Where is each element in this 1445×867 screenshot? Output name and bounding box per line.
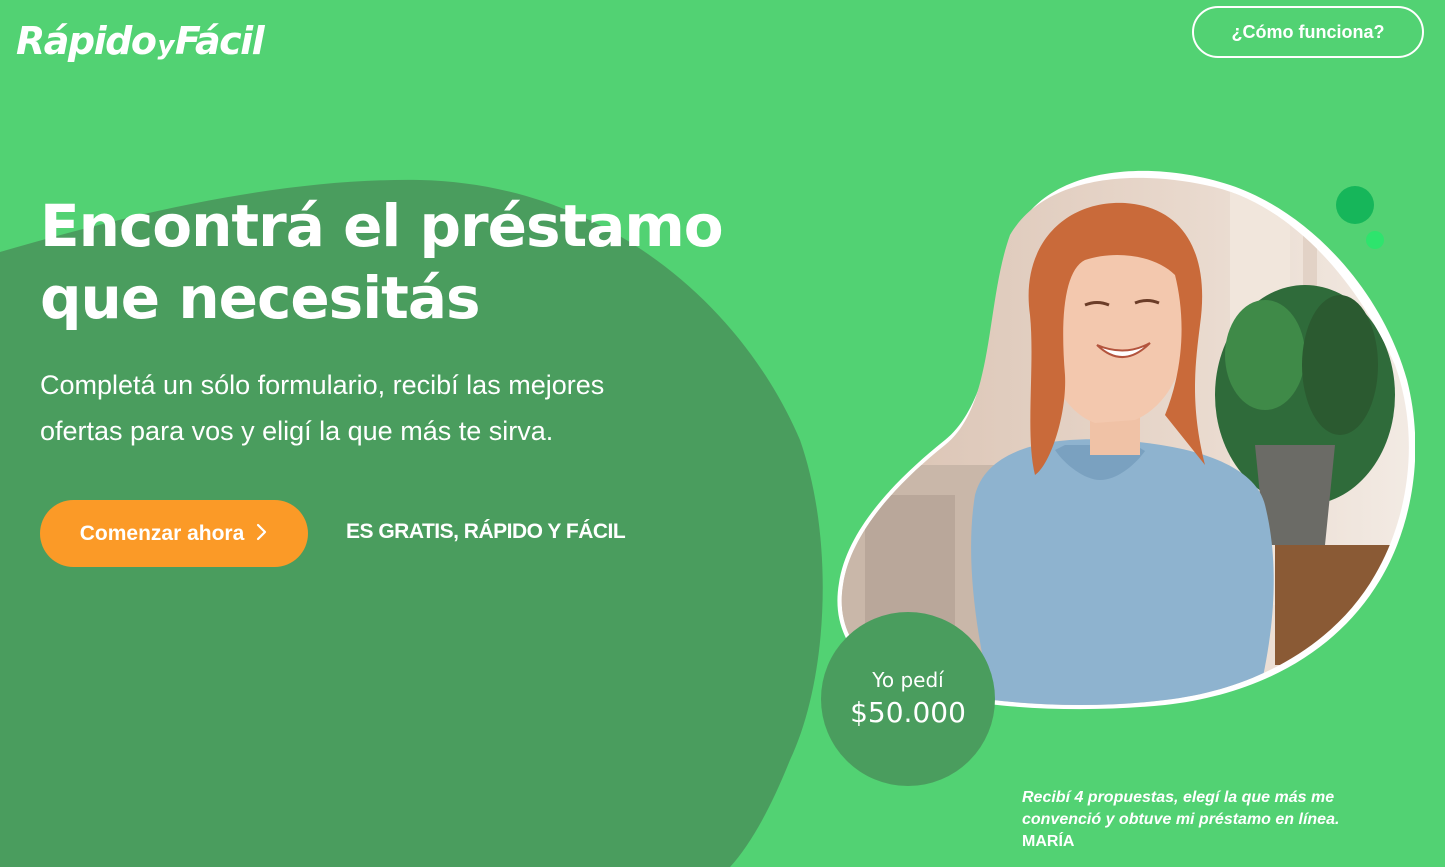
hero-subtitle-line1: Completá un sólo formulario, recibí las …	[40, 370, 605, 400]
tagline: ES GRATIS, RÁPIDO Y FÁCIL	[346, 520, 626, 543]
hero-title: Encontrá el préstamo que necesitás	[40, 190, 740, 334]
quote-line2: convenció y obtuve mi préstamo en línea.	[1022, 811, 1340, 828]
decorative-dot-small	[1366, 231, 1384, 249]
decorative-dot-large	[1336, 186, 1374, 224]
hero-subtitle: Completá un sólo formulario, recibí las …	[40, 362, 680, 454]
how-it-works-button[interactable]: ¿Cómo funciona?	[1192, 6, 1424, 58]
loan-amount-badge: Yo pedí $50.000	[821, 612, 995, 786]
hero-subtitle-line2: ofertas para vos y eligí la que más te s…	[40, 416, 554, 446]
testimonial-author: MARÍA	[1022, 833, 1075, 850]
quote-line1: Recibí 4 propuestas, elegí la que más me	[1022, 789, 1335, 806]
logo[interactable]: RápidoyFácil	[16, 18, 265, 69]
hero-title-line1: Encontrá el préstamo	[40, 192, 724, 260]
badge-label: Yo pedí	[872, 668, 944, 692]
hero-title-line2: que necesitás	[40, 264, 480, 332]
badge-amount: $50.000	[850, 696, 966, 729]
testimonial-quote: Recibí 4 propuestas, elegí la que más me…	[1022, 787, 1422, 853]
start-now-button[interactable]: Comenzar ahora	[40, 500, 308, 567]
chevron-right-icon	[256, 521, 268, 547]
start-now-label: Comenzar ahora	[79, 521, 245, 545]
